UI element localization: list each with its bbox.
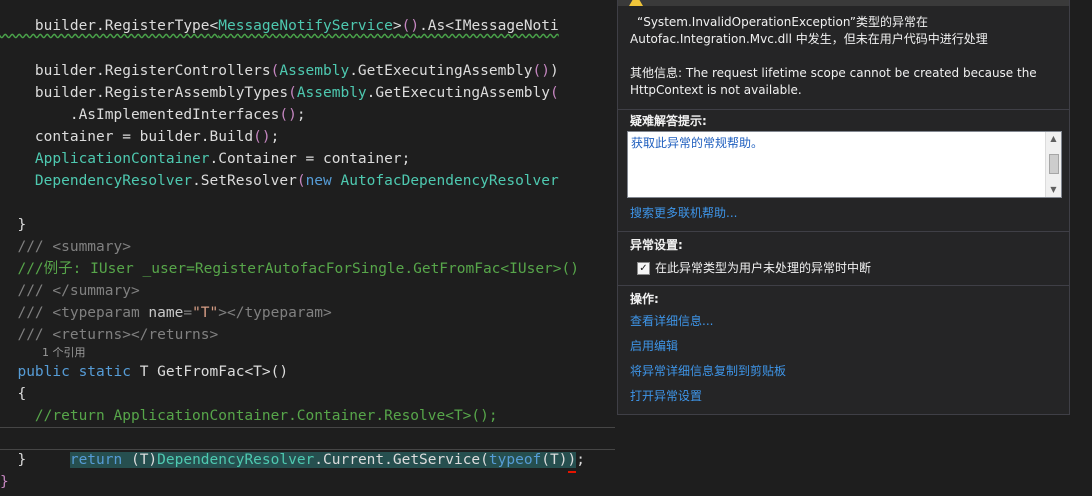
code-token: ( [296, 173, 306, 189]
code-token: .AsImplementedInterfaces [0, 107, 280, 123]
code-line-19[interactable]: } [0, 471, 9, 493]
code-line-7[interactable]: DependencyResolver.SetResolver(new Autof… [0, 170, 559, 192]
code-token: } [0, 452, 27, 468]
open-exception-settings-link[interactable]: 打开异常设置 [630, 388, 702, 405]
additional-info-text: 其他信息: The request lifetime scope cannot … [630, 66, 1037, 80]
code-line-current[interactable]: return (T)DependencyResolver.Current.Get… [0, 427, 585, 473]
code-token: builder.RegisterControllers [0, 63, 271, 79]
code-line-8[interactable]: } [0, 214, 26, 236]
code-token: builder.RegisterAssemblyTypes [0, 85, 289, 101]
break-on-exception-checkbox[interactable]: ✓ [637, 262, 650, 275]
code-line-9[interactable]: /// <summary> [0, 236, 131, 258]
general-help-link[interactable]: 获取此异常的常规帮助。 [631, 134, 763, 151]
search-online-help-link[interactable]: 搜索更多联机帮助... [630, 205, 737, 222]
code-token: ( [288, 85, 297, 101]
code-token: = [183, 305, 193, 321]
separator [618, 285, 1069, 286]
code-line-4[interactable]: .AsImplementedInterfaces(); [0, 104, 306, 126]
code-token: //return ApplicationContainer.Container.… [0, 408, 498, 424]
exception-type-text: “System.InvalidOperationException”类型的异常在 [637, 15, 929, 29]
exception-helper-popup: “System.InvalidOperationException”类型的异常在… [617, 0, 1070, 415]
code-token: public static [0, 364, 140, 380]
codelens-references[interactable]: 1 个引用 [42, 345, 86, 361]
scroll-down-icon[interactable]: ▼ [1046, 183, 1061, 197]
code-token: () [401, 18, 420, 34]
code-token: } [0, 217, 27, 233]
hints-scrollbar[interactable]: ▲ ▼ [1045, 132, 1061, 197]
code-token: /// <typeparam [0, 305, 149, 321]
code-token: ( [550, 85, 559, 101]
code-token: } [0, 474, 9, 490]
code-line-3[interactable]: builder.RegisterAssemblyTypes(Assembly.G… [0, 82, 559, 104]
highlighted-statement[interactable]: return (T)DependencyResolver.Current.Get… [69, 452, 577, 473]
popup-title-strip [618, 0, 1069, 6]
code-token: AutofacDependencyResolver [340, 173, 559, 189]
code-line-10[interactable]: ///例子: IUser _user=RegisterAutofacForSin… [0, 258, 579, 280]
code-token: > [392, 18, 402, 34]
code-token: Assembly [296, 85, 367, 101]
code-token: () [253, 129, 271, 145]
scroll-thumb[interactable] [1049, 154, 1059, 174]
additional-info-text-2: HttpContext is not available. [630, 83, 802, 97]
code-line-16[interactable]: //return ApplicationContainer.Container.… [0, 405, 498, 427]
code-token: ) [550, 63, 559, 79]
code-token: MessageNotifyService [218, 18, 393, 34]
code-line-6[interactable]: ApplicationContainer.Container = contain… [0, 148, 410, 170]
scroll-up-icon[interactable]: ▲ [1046, 132, 1061, 146]
code-token: ></typeparam> [218, 305, 332, 321]
code-token: ; [296, 107, 306, 123]
actions-title: 操作: [630, 292, 659, 306]
code-token: builder.RegisterType [0, 18, 210, 34]
code-line-15[interactable]: { [0, 383, 26, 405]
exception-source-text: Autofac.Integration.Mvc.dll 中发生，但未在用户代码中… [630, 32, 988, 46]
exception-marker: ) [567, 449, 577, 473]
code-token: T GetFromFac<T>() [139, 364, 289, 380]
code-token: { [0, 386, 27, 402]
hints-title: 疑难解答提示: [630, 114, 707, 128]
code-token: .SetResolver [192, 173, 297, 189]
code-token: < [209, 18, 219, 34]
code-token: .As<IMessageNoti [419, 18, 559, 34]
code-line-1[interactable]: builder.RegisterType<MessageNotifyServic… [0, 15, 559, 37]
code-token: () [279, 107, 297, 123]
code-line-13[interactable]: /// <returns></returns> [0, 324, 218, 346]
code-token: ; [270, 129, 280, 145]
code-token: name [148, 305, 184, 321]
code-line-2[interactable]: builder.RegisterControllers(Assembly.Get… [0, 60, 559, 82]
hints-list[interactable]: 获取此异常的常规帮助。 ▲ ▼ [627, 131, 1062, 198]
separator [618, 231, 1069, 232]
code-line-5[interactable]: container = builder.Build(); [0, 126, 279, 148]
separator [618, 109, 1069, 110]
code-token: () [532, 63, 550, 79]
code-line-14[interactable]: public static T GetFromFac<T>() [0, 361, 288, 383]
break-on-exception-label[interactable]: 在此异常类型为用户未处理的异常时中断 [655, 260, 871, 277]
code-token: .GetExecutingAssembly [366, 85, 550, 101]
code-token: ///例子: IUser _user=RegisterAutofacForSin… [0, 261, 579, 277]
code-token: ApplicationContainer [34, 151, 210, 167]
code-line-11[interactable]: /// </summary> [0, 280, 140, 302]
code-token: new [305, 173, 341, 189]
code-line-18[interactable]: } [0, 449, 26, 471]
code-token: "T" [192, 305, 219, 321]
warning-icon [629, 0, 643, 6]
code-token: /// <returns></returns> [0, 327, 219, 343]
code-token: /// <summary> [0, 239, 131, 255]
code-token: .Container = container; [209, 151, 411, 167]
code-token: Assembly [279, 63, 350, 79]
enable-editing-link[interactable]: 启用编辑 [630, 338, 678, 355]
code-line-12[interactable]: /// <typeparam name="T"></typeparam> [0, 302, 332, 324]
code-token: /// </summary> [0, 283, 140, 299]
copy-details-link[interactable]: 将异常详细信息复制到剪贴板 [630, 363, 786, 380]
code-token: .GetExecutingAssembly [349, 63, 533, 79]
exception-settings-title: 异常设置: [630, 238, 683, 252]
view-details-link[interactable]: 查看详细信息... [630, 313, 713, 330]
code-token: DependencyResolver [34, 173, 193, 189]
code-token: container = builder.Build [0, 129, 254, 145]
